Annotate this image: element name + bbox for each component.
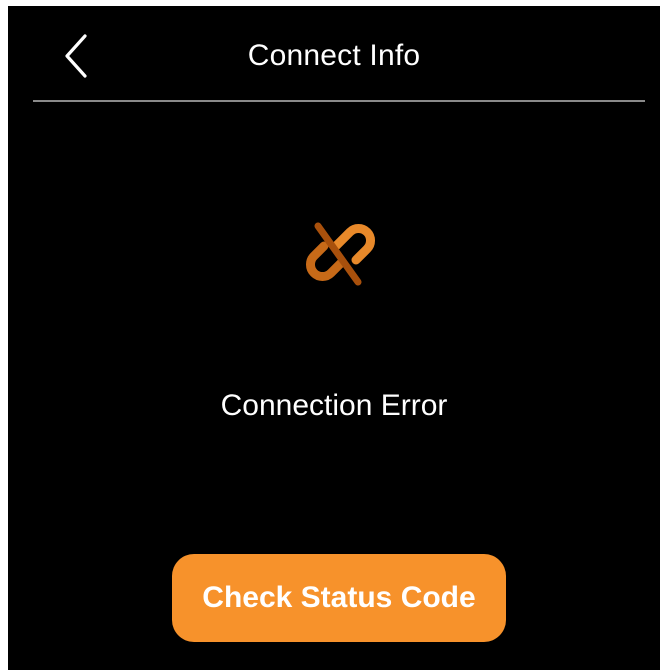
header: Connect Info [8, 6, 660, 102]
connection-status-text: Connection Error [220, 389, 448, 422]
check-status-code-button[interactable]: Check Status Code [172, 554, 506, 642]
connect-info-screen: Connect Info Connection Error Check Stat… [8, 6, 660, 670]
header-divider [33, 100, 645, 102]
page-title: Connect Info [247, 39, 421, 72]
broken-link-icon [306, 222, 375, 286]
